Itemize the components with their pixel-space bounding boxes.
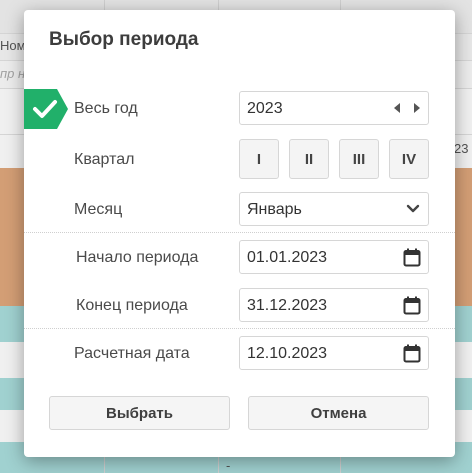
quarter-label: Квартал [74,151,135,168]
quarter-1-button[interactable]: I [239,139,279,179]
calendar-icon[interactable] [403,248,421,267]
month-label: Месяц [74,201,123,218]
period-end-value: 31.12.2023 [247,297,328,314]
calc-date-label: Расчетная дата [74,345,190,362]
divider [24,328,455,329]
period-start-label: Начало периода [76,249,199,266]
period-end-label: Конец периода [76,297,188,314]
chevron-down-icon[interactable] [406,204,420,214]
cancel-button[interactable]: Отмена [248,396,429,430]
year-field[interactable]: 2023 [239,91,429,125]
period-start-field[interactable]: 01.01.2023 [239,240,429,274]
quarter-3-button[interactable]: III [339,139,379,179]
quarter-4-button[interactable]: IV [389,139,429,179]
calendar-icon[interactable] [403,344,421,363]
period-select-dialog: Выбор периода Весь год 2023 Квартал I II… [24,10,455,457]
full-year-label[interactable]: Весь год [74,100,138,118]
period-start-value: 01.01.2023 [247,249,328,266]
divider [24,232,455,233]
prev-year-icon[interactable] [392,102,402,114]
period-end-field[interactable]: 31.12.2023 [239,288,429,322]
next-year-icon[interactable] [412,102,422,114]
calc-date-field[interactable]: 12.10.2023 [239,336,429,370]
month-select[interactable]: Январь [239,192,429,226]
month-value: Январь [247,201,302,218]
year-value: 2023 [247,100,283,117]
full-year-check-icon[interactable] [24,89,68,129]
dialog-title: Выбор периода [49,29,199,50]
calendar-icon[interactable] [403,296,421,315]
calc-date-value: 12.10.2023 [247,345,328,362]
select-button[interactable]: Выбрать [49,396,230,430]
quarter-2-button[interactable]: II [289,139,329,179]
